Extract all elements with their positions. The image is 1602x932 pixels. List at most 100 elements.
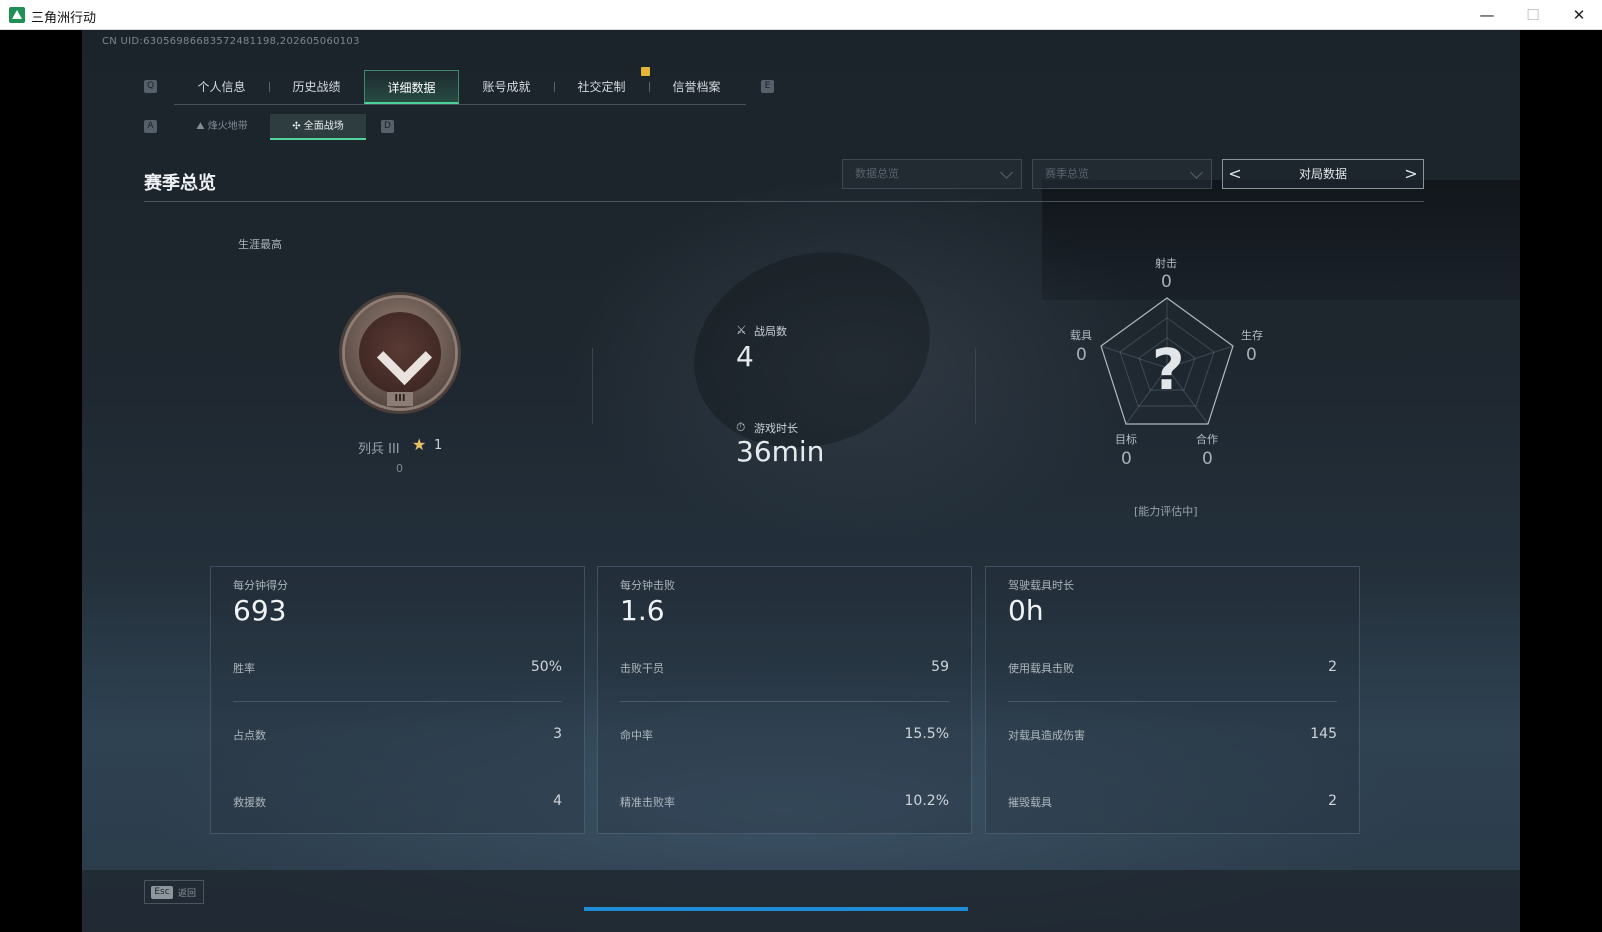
- main-tab-bar: 个人信息 历史战绩 详细数据 账号成就 社交定制 信誉档案: [174, 70, 746, 105]
- window-titlebar: 三角洲行动 — ☐ ✕: [0, 0, 1602, 30]
- career-best-label: 生涯最高: [238, 238, 282, 251]
- key-hint-e: E: [761, 80, 774, 93]
- radar-label-teamwork: 合作: [1196, 433, 1218, 446]
- sub-tab-bar: ⛰ 烽火地带 ✣ 全面战场: [174, 114, 366, 140]
- stat-card-kills: 每分钟击败 1.6 击败干员 59 命中率 15.5% 精准击败率 10.2%: [597, 566, 972, 834]
- row-label: 占点数: [233, 729, 266, 742]
- window-title: 三角洲行动: [31, 11, 97, 26]
- star-count: 1: [434, 438, 443, 453]
- notification-badge: [641, 67, 650, 76]
- back-label: 返回: [178, 889, 197, 899]
- key-hint-a: A: [144, 120, 157, 133]
- radar-value-teamwork: 0: [1202, 449, 1213, 469]
- close-button[interactable]: ✕: [1556, 0, 1602, 30]
- radar-value-objective: 0: [1121, 449, 1132, 469]
- row-divider: [233, 701, 562, 702]
- card-title: 驾驶载具时长: [1008, 579, 1074, 592]
- mountain-icon: ⛰: [196, 121, 208, 132]
- chevron-down-icon: [1190, 166, 1203, 179]
- tab-achievements[interactable]: 账号成就: [459, 70, 554, 104]
- row-value: 59: [931, 659, 949, 675]
- row-divider: [1008, 701, 1337, 702]
- subtab-warfare[interactable]: ✣ 全面战场: [270, 114, 366, 140]
- back-button[interactable]: Esc 返回: [144, 880, 204, 904]
- section-title: 赛季总览: [144, 173, 216, 194]
- row-value: 3: [553, 726, 562, 742]
- radar-value-vehicle: 0: [1076, 345, 1087, 365]
- tab-credit-record[interactable]: 信誉档案: [649, 70, 744, 104]
- subtab-label: 全面战场: [303, 121, 344, 132]
- subtab-label: 烽火地带: [207, 121, 248, 132]
- season-dropdown[interactable]: 赛季总览: [1032, 159, 1212, 189]
- pager-label: 对局数据: [1298, 167, 1347, 181]
- rank-score: 0: [396, 462, 403, 475]
- radar-value-survival: 0: [1246, 345, 1257, 365]
- matches-label: 战局数: [754, 325, 787, 338]
- playtime-label: 游戏时长: [754, 422, 798, 435]
- row-value: 2: [1328, 793, 1337, 809]
- maximize-button[interactable]: ☐: [1510, 0, 1556, 30]
- app-logo-icon: [9, 7, 25, 23]
- chevron-rank-icon: [376, 329, 433, 386]
- matches-value: 4: [736, 340, 754, 373]
- row-value: 15.5%: [904, 726, 949, 742]
- radar-value-shooting: 0: [1161, 272, 1172, 292]
- dropdown-value: 赛季总览: [1045, 167, 1089, 180]
- row-label: 精准击败率: [620, 796, 675, 809]
- ability-evaluating-status: [能力评估中]: [1134, 505, 1198, 518]
- row-label: 摧毁载具: [1008, 796, 1052, 809]
- radar-label-objective: 目标: [1115, 433, 1137, 446]
- game-screen: CN UID:630569866835724811​98,20260506010…: [82, 30, 1520, 932]
- footer-bar: Esc 返回: [82, 870, 1520, 932]
- player-uid: CN UID:630569866835724811​98,20260506010…: [102, 36, 360, 47]
- key-hint-d: D: [381, 120, 394, 133]
- row-value: 145: [1310, 726, 1337, 742]
- row-label: 击败干员: [620, 662, 664, 675]
- card-title: 每分钟击败: [620, 579, 675, 592]
- row-label: 救援数: [233, 796, 266, 809]
- card-value: 693: [233, 594, 287, 627]
- tab-social[interactable]: 社交定制: [554, 70, 649, 104]
- vertical-divider: [592, 348, 593, 424]
- card-value: 0h: [1008, 594, 1044, 627]
- chevron-down-icon: [1000, 166, 1013, 179]
- vertical-divider: [975, 348, 976, 424]
- crosshair-icon: ✣: [292, 121, 304, 132]
- row-value: 50%: [530, 659, 562, 675]
- stopwatch-icon: ⏱: [736, 420, 746, 434]
- rank-medal-icon: III: [345, 298, 455, 408]
- esc-key-icon: Esc: [151, 886, 173, 899]
- tab-detailed-data[interactable]: 详细数据: [364, 70, 459, 104]
- pager-prev-button[interactable]: <: [1223, 160, 1247, 188]
- row-value: 4: [553, 793, 562, 809]
- radar-label-survival: 生存: [1241, 329, 1263, 342]
- stat-card-vehicle: 驾驶载具时长 0h 使用载具击败 2 对载具造成伤害 145 摧毁载具 2: [985, 566, 1360, 834]
- card-title: 每分钟得分: [233, 579, 288, 592]
- crossed-swords-icon: ⚔: [736, 323, 747, 337]
- minimize-button[interactable]: —: [1464, 0, 1510, 30]
- key-hint-q: Q: [144, 80, 157, 93]
- background-building: [1042, 180, 1520, 300]
- playtime-value: 36min: [736, 435, 825, 468]
- tab-personal-info[interactable]: 个人信息: [174, 70, 269, 104]
- subtab-hazard-zone[interactable]: ⛰ 烽火地带: [174, 114, 270, 140]
- card-value: 1.6: [620, 594, 665, 627]
- pager-next-button[interactable]: >: [1399, 160, 1423, 188]
- radar-label-shooting: 射击: [1155, 257, 1177, 270]
- row-value: 10.2%: [904, 793, 949, 809]
- row-label: 命中率: [620, 729, 653, 742]
- data-type-dropdown[interactable]: 数据总览: [842, 159, 1022, 189]
- row-label: 使用载具击败: [1008, 662, 1074, 675]
- radar-label-vehicle: 载具: [1070, 329, 1092, 342]
- tab-history[interactable]: 历史战绩: [269, 70, 364, 104]
- dropdown-value: 数据总览: [855, 167, 899, 180]
- row-value: 2: [1328, 659, 1337, 675]
- row-label: 对载具造成伤害: [1008, 729, 1085, 742]
- star-icon: ★: [412, 435, 427, 454]
- unknown-ability-mark: ?: [1152, 338, 1185, 403]
- row-label: 胜率: [233, 662, 255, 675]
- medal-tier: III: [387, 392, 413, 406]
- row-divider: [620, 701, 949, 702]
- medal-inner: [359, 312, 441, 394]
- section-divider: [144, 201, 1424, 202]
